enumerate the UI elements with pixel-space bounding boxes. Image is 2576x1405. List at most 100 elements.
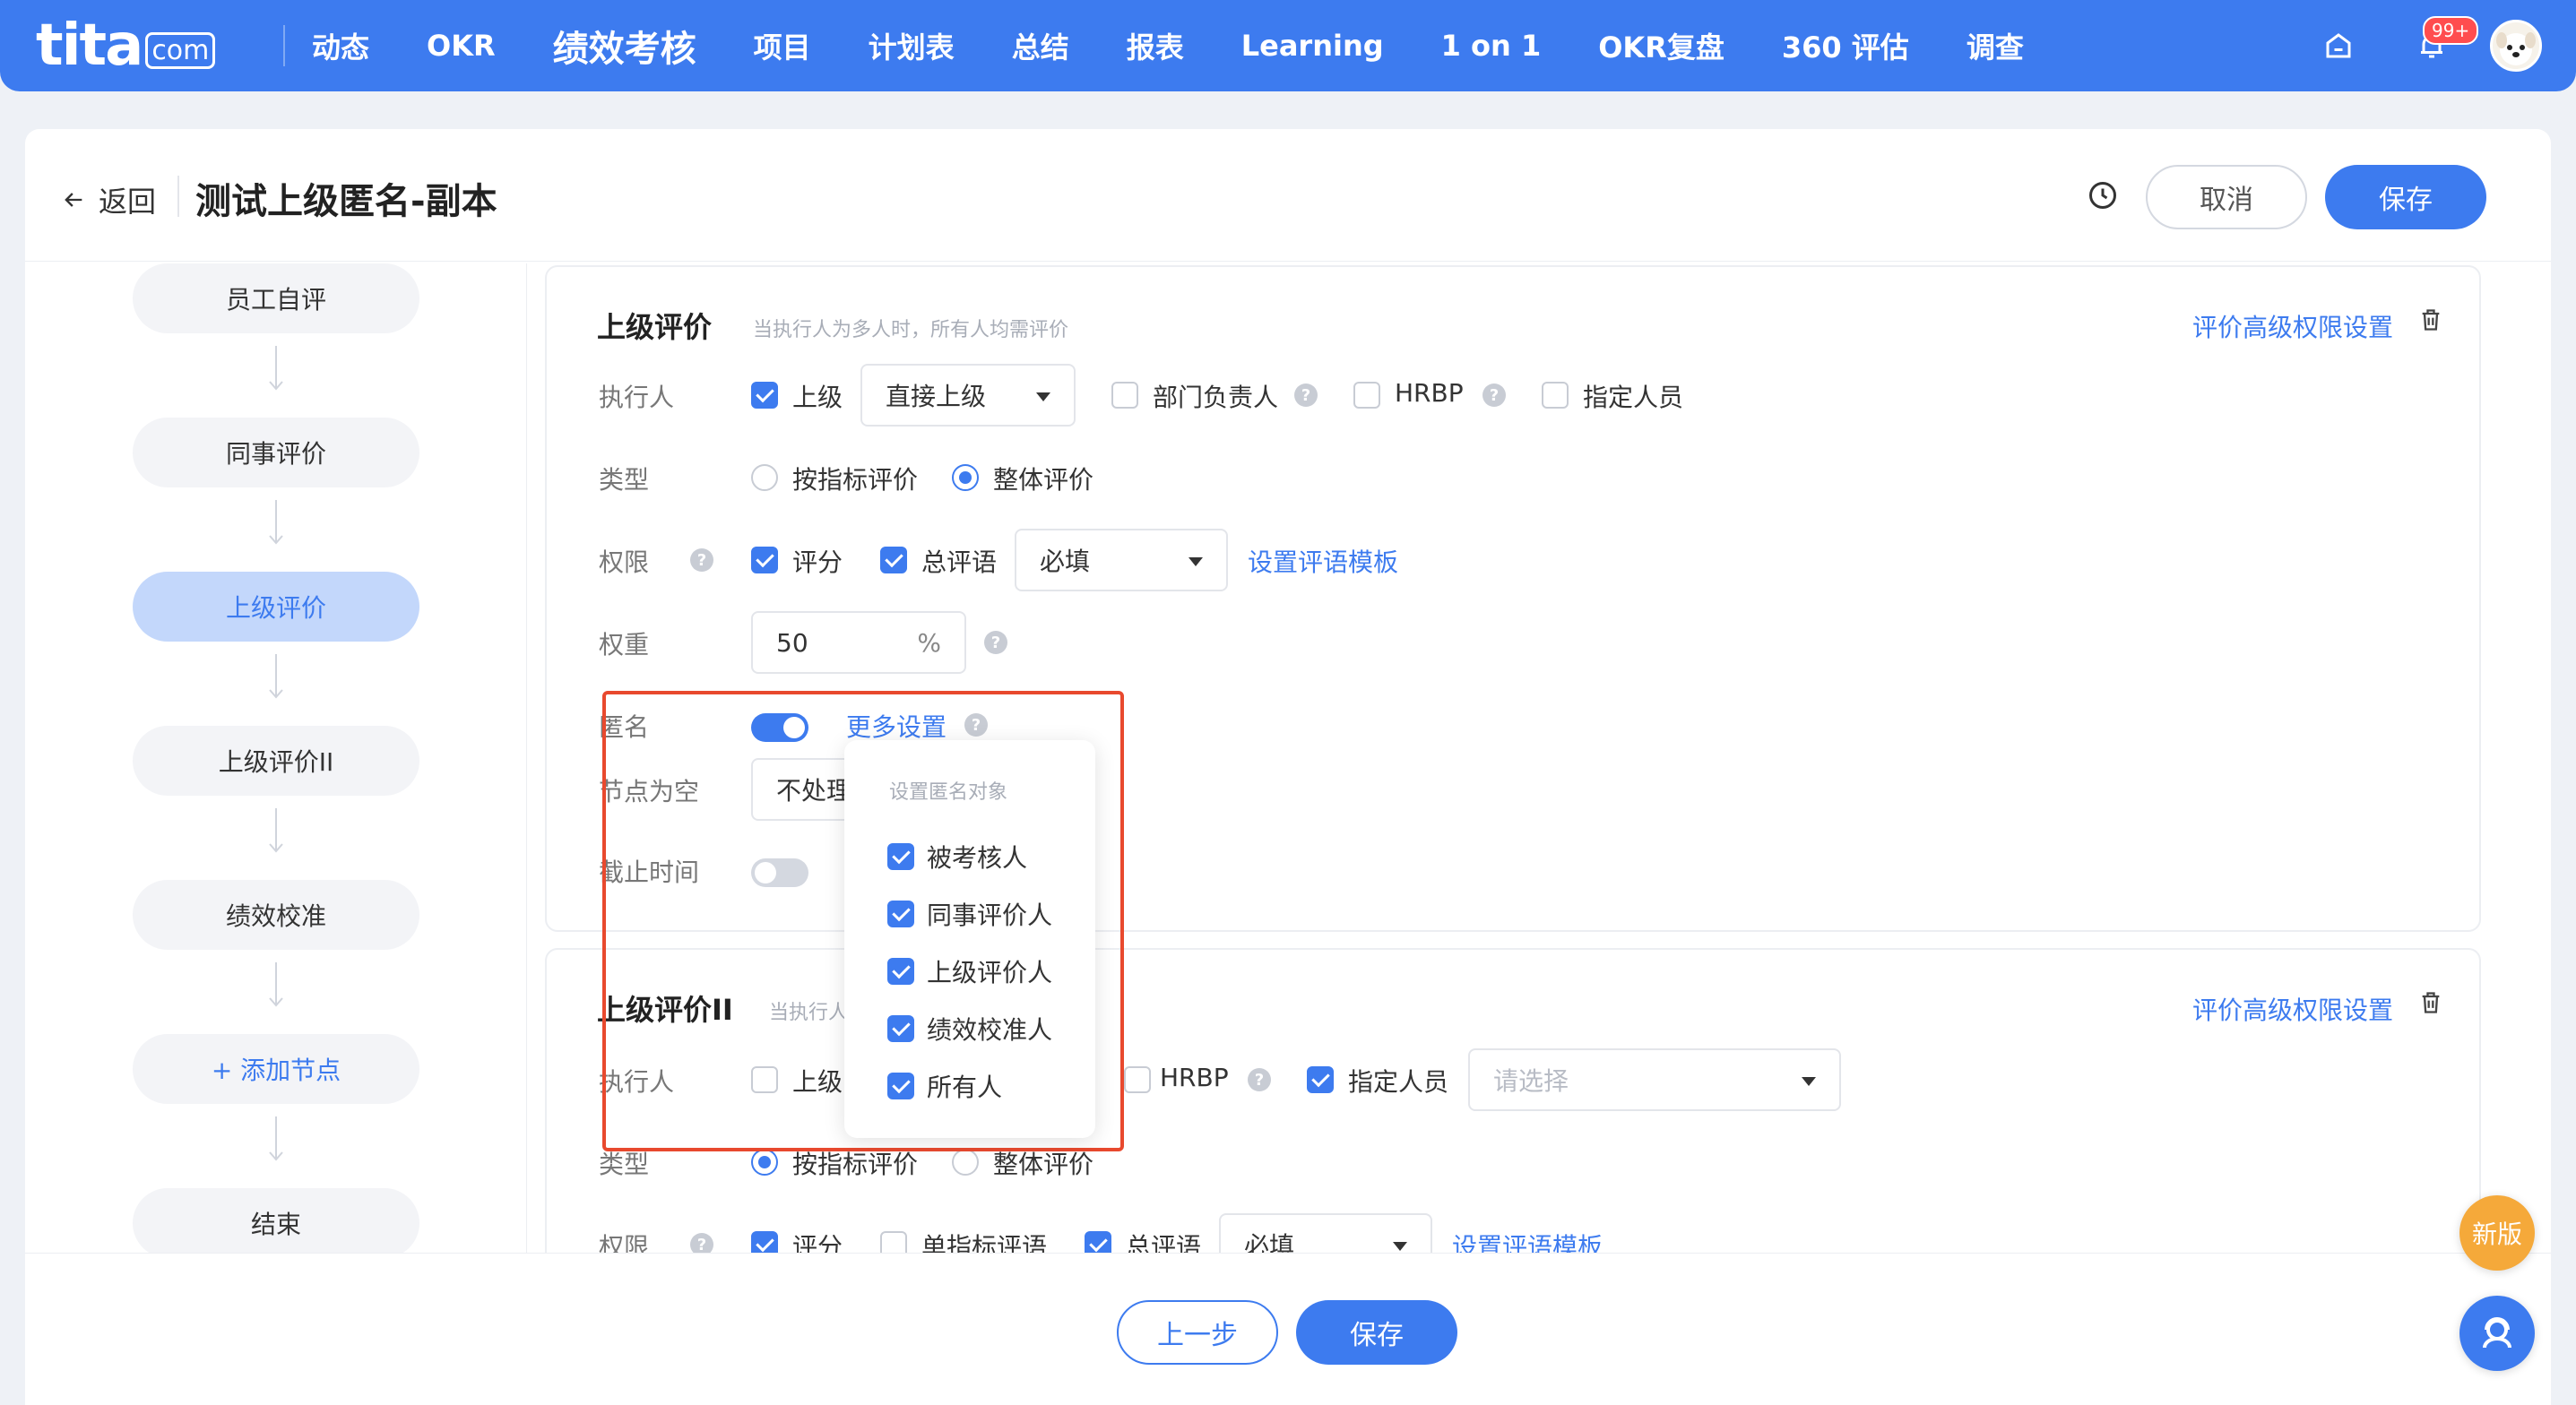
back-label: 返回 [99, 185, 157, 219]
nav-item-performance[interactable]: 绩效考核 [524, 20, 725, 72]
type-overall-label: 整体评价 [993, 465, 1094, 495]
nav-item-project[interactable]: 项目 [725, 25, 840, 66]
flow-node-self-review[interactable]: 员工自评 [133, 263, 419, 333]
dept-head-label: 部门负责人 [1153, 383, 1279, 412]
advanced-permission-link[interactable]: 评价高级权限设置 [2192, 308, 2393, 344]
arrow-down-icon [269, 654, 283, 699]
save-button[interactable]: 保存 [2325, 165, 2486, 229]
cancel-button[interactable]: 取消 [2146, 165, 2307, 229]
dept-head-checkbox[interactable] [1124, 1066, 1151, 1093]
flow-node-end: 结束 [133, 1188, 419, 1258]
back-button[interactable]: 返回 [61, 179, 156, 220]
arrow-left-icon [65, 193, 82, 207]
new-version-button[interactable]: 新版 [2459, 1195, 2535, 1271]
executor-superior-select[interactable]: 直接上级 [860, 364, 1076, 427]
anon-target-item[interactable]: 所有人 [887, 1068, 1002, 1104]
flow-node-calibration[interactable]: 绩效校准 [133, 880, 419, 950]
hrbp-label: HRBP [1160, 1063, 1229, 1092]
arrow-down-icon [269, 500, 283, 545]
arrow-down-icon [269, 1116, 283, 1161]
help-icon[interactable]: ? [1294, 384, 1318, 407]
history-clock-icon[interactable] [2087, 179, 2119, 215]
designated-label: 指定人员 [1583, 383, 1684, 412]
type-overall-radio[interactable] [952, 464, 979, 491]
designated-label: 指定人员 [1348, 1067, 1449, 1097]
section-hint: 当执行人为多人时，所有人均需评价 [753, 319, 1069, 341]
trash-icon[interactable] [2418, 989, 2443, 1020]
popup-title: 设置匿名对象 [889, 781, 1008, 804]
anon-target-item[interactable]: 同事评价人 [887, 896, 1052, 932]
arrow-down-icon [269, 346, 283, 391]
page-header: 返回 测试上级匿名-副本 取消 保存 [25, 129, 2551, 262]
arrow-down-icon [269, 962, 283, 1007]
nav-item-360[interactable]: 360 评估 [1753, 25, 1938, 66]
anon-target-item[interactable]: 上级评价人 [887, 953, 1052, 989]
flow-node-peer-review[interactable]: 同事评价 [133, 418, 419, 487]
top-navigation-bar: tita com 动态 OKR 绩效考核 项目 计划表 总结 报表 Learnin… [0, 0, 2576, 91]
perm-score-label: 评分 [792, 547, 843, 577]
avatar[interactable] [2490, 20, 2542, 72]
nav-item-learning[interactable]: Learning [1213, 29, 1413, 63]
type-by-indicator-label: 按指标评价 [792, 465, 919, 495]
help-icon[interactable]: ? [1248, 1068, 1271, 1091]
notification-badge: 99+ [2423, 16, 2479, 45]
section-title: 上级评价 [597, 310, 713, 344]
type-label: 类型 [599, 465, 650, 495]
footer-bar: 上一步 保存 [25, 1253, 2551, 1405]
dept-head-checkbox[interactable] [1111, 382, 1138, 409]
flow-node-superior-review[interactable]: 上级评价 [133, 572, 419, 642]
designated-person-select[interactable]: 请选择 [1468, 1048, 1841, 1111]
nav-item-feed[interactable]: 动态 [283, 25, 398, 66]
perm-comment-checkbox[interactable] [880, 547, 907, 573]
trash-icon[interactable] [2418, 306, 2443, 337]
nav-item-1on1[interactable]: 1 on 1 [1413, 29, 1570, 63]
nav-item-summary[interactable]: 总结 [983, 25, 1098, 66]
nav-item-okr[interactable]: OKR [398, 29, 524, 63]
customer-service-icon[interactable] [2459, 1296, 2535, 1371]
hrbp-checkbox[interactable] [1353, 382, 1380, 409]
type-overall-radio[interactable] [952, 1149, 979, 1176]
help-icon[interactable]: ? [984, 631, 1007, 654]
anon-target-item[interactable]: 绩效校准人 [887, 1011, 1052, 1047]
comment-template-link[interactable]: 设置评语模板 [1248, 543, 1398, 579]
arrow-down-icon [269, 808, 283, 853]
nav-item-plan[interactable]: 计划表 [840, 25, 983, 66]
checkbox[interactable] [887, 901, 914, 927]
checkbox[interactable] [887, 958, 914, 985]
checkbox[interactable] [887, 1015, 914, 1042]
executor-label: 执行人 [599, 383, 675, 412]
help-icon[interactable]: ? [690, 548, 713, 572]
flow-node-superior-review-2[interactable]: 上级评价II [133, 726, 419, 796]
flow-sidebar: 员工自评 同事评价 上级评价 上级评价II 绩效校准 + 添加节点 结束 [25, 263, 527, 1392]
advanced-permission-link[interactable]: 评价高级权限设置 [2192, 991, 2393, 1027]
add-node-button[interactable]: + 添加节点 [133, 1034, 419, 1104]
weight-input[interactable]: 50% [751, 611, 966, 674]
footer-save-button[interactable]: 保存 [1296, 1300, 1457, 1365]
anon-target-item[interactable]: 被考核人 [887, 839, 1027, 875]
comment-required-select[interactable]: 必填 [1015, 529, 1228, 591]
perm-comment-label: 总评语 [921, 547, 998, 577]
permission-label: 权限 [599, 547, 650, 577]
designated-checkbox[interactable] [1307, 1066, 1334, 1093]
previous-step-button[interactable]: 上一步 [1117, 1300, 1278, 1365]
title-divider [177, 176, 179, 217]
type-by-indicator-radio[interactable] [751, 1149, 778, 1176]
nav-item-report[interactable]: 报表 [1098, 25, 1213, 66]
nav-item-survey[interactable]: 调查 [1938, 25, 2053, 66]
help-icon[interactable]: ? [1482, 384, 1506, 407]
type-by-indicator-radio[interactable] [751, 464, 778, 491]
executor-superior-label: 上级 [792, 383, 843, 412]
home-icon[interactable] [2318, 25, 2359, 66]
anonymous-target-popup: 设置匿名对象 被考核人 同事评价人 上级评价人 绩效校准人 所有人 [844, 740, 1095, 1138]
checkbox[interactable] [887, 1073, 914, 1099]
executor-superior-checkbox[interactable] [751, 382, 778, 409]
page-title: 测试上级匿名-副本 [195, 181, 497, 222]
tita-logo[interactable]: tita com [36, 13, 216, 79]
checkbox[interactable] [887, 843, 914, 870]
hrbp-label: HRBP [1395, 378, 1464, 408]
weight-label: 权重 [599, 630, 650, 659]
designated-checkbox[interactable] [1542, 382, 1569, 409]
main-nav: 动态 OKR 绩效考核 项目 计划表 总结 报表 Learning 1 on 1… [283, 0, 2053, 91]
nav-item-okr-review[interactable]: OKR复盘 [1569, 25, 1753, 66]
perm-score-checkbox[interactable] [751, 547, 778, 573]
